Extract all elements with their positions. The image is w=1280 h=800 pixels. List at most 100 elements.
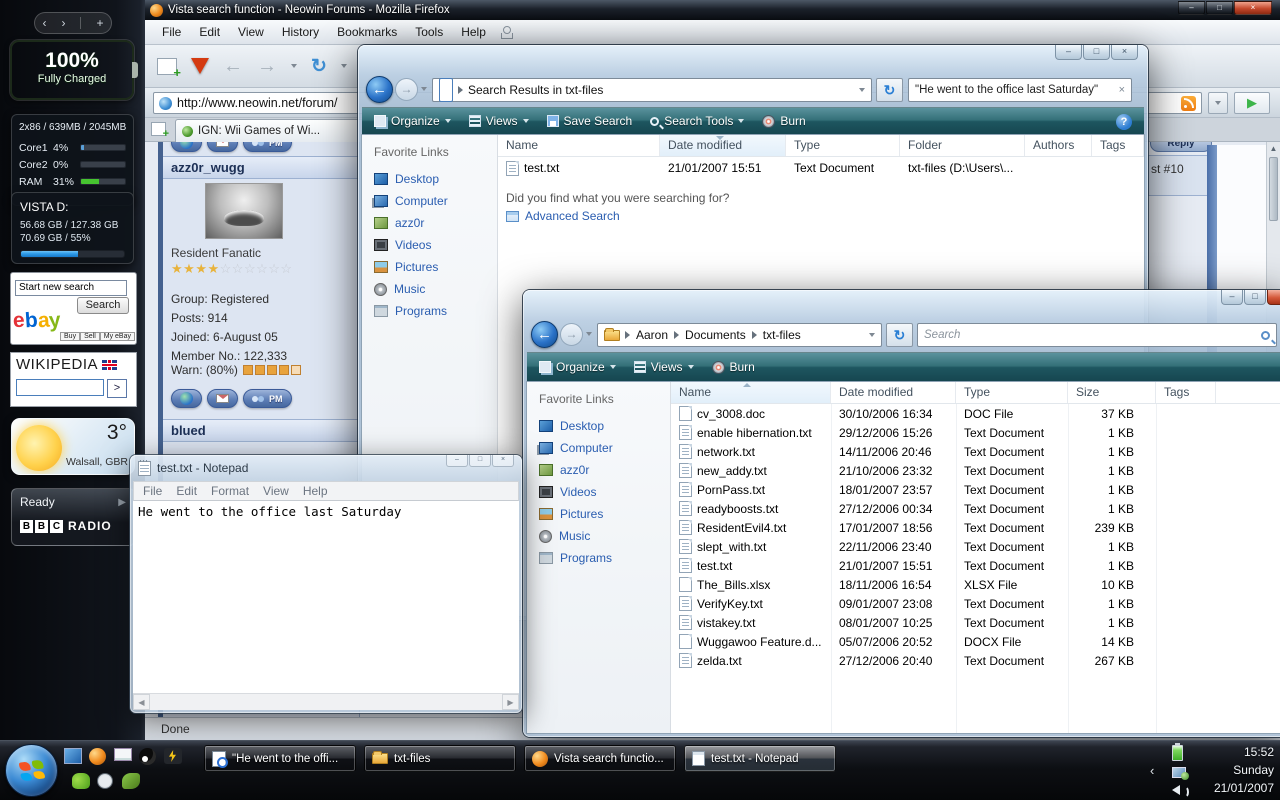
- minimize-button[interactable]: –: [446, 455, 468, 467]
- start-button[interactable]: [5, 744, 58, 797]
- table-row[interactable]: PornPass.txt18/01/2007 23:57Text Documen…: [671, 480, 1280, 499]
- email-button[interactable]: [207, 389, 238, 408]
- scroll-up-icon[interactable]: ▲: [1267, 142, 1280, 156]
- table-row[interactable]: test.txt21/01/2007 15:51Text Documenttxt…: [498, 157, 1144, 179]
- column-header-name[interactable]: Name: [498, 135, 660, 156]
- clock-app-icon[interactable]: [97, 773, 113, 789]
- profile-button[interactable]: [171, 142, 202, 152]
- menu-help[interactable]: Help: [296, 484, 335, 498]
- ebay-gadget[interactable]: Search ebay BuySellMy eBay: [10, 272, 137, 345]
- column-header-tags[interactable]: Tags: [1092, 135, 1144, 156]
- column-header-name[interactable]: Name: [671, 382, 831, 403]
- pm-button[interactable]: PM: [243, 389, 292, 408]
- toolbar-save-search[interactable]: Save Search: [547, 114, 633, 128]
- notepad-text-area[interactable]: He went to the office last Saturday: [133, 501, 519, 693]
- sidebar-item-music[interactable]: Music: [362, 278, 497, 300]
- table-row[interactable]: cv_3008.doc30/10/2006 16:34DOC File37 KB: [671, 404, 1280, 423]
- breadcrumb-documents[interactable]: Documents: [685, 328, 746, 342]
- clear-search-icon[interactable]: ×: [1115, 84, 1125, 96]
- ebay-search-button[interactable]: Search: [77, 297, 129, 314]
- next-username[interactable]: blued: [163, 419, 359, 442]
- menu-history[interactable]: History: [273, 25, 328, 39]
- email-button[interactable]: [207, 142, 238, 152]
- gadget-add-icon[interactable]: +: [96, 16, 103, 30]
- toolbar-burn[interactable]: Burn: [762, 114, 805, 128]
- sidebar-item-azz0r[interactable]: azz0r: [527, 459, 670, 481]
- address-caret-icon[interactable]: [869, 333, 875, 337]
- battery-gadget[interactable]: 100% Fully Charged: [10, 40, 134, 100]
- search-box[interactable]: Search: [917, 323, 1277, 347]
- maximize-button[interactable]: □: [1244, 290, 1266, 305]
- close-button[interactable]: ×: [1267, 290, 1280, 305]
- taskbar-button-0[interactable]: "He went to the offi...: [204, 745, 356, 772]
- table-row[interactable]: ResidentEvil4.txt17/01/2007 18:56Text Do…: [671, 518, 1280, 537]
- history-caret-icon[interactable]: [291, 64, 297, 68]
- scroll-right-icon[interactable]: ▶: [502, 694, 519, 710]
- download-arrow-icon[interactable]: [191, 58, 209, 74]
- column-header-date-modified[interactable]: Date modified: [660, 135, 786, 156]
- clock[interactable]: 15:52 Sunday 21/01/2007: [1214, 743, 1274, 797]
- play-icon[interactable]: ▶: [118, 497, 126, 508]
- network-tray-icon[interactable]: [1172, 767, 1186, 778]
- reload-caret-icon[interactable]: [341, 64, 347, 68]
- minimize-button[interactable]: –: [1178, 1, 1205, 15]
- gadget-prev-icon[interactable]: ‹: [42, 16, 46, 30]
- toolbar-views[interactable]: Views: [634, 360, 694, 374]
- sidebar-item-music[interactable]: Music: [527, 525, 670, 547]
- sidebar-item-desktop[interactable]: Desktop: [527, 415, 670, 437]
- search-query[interactable]: "He went to the office last Saturday": [915, 84, 1115, 96]
- messenger-icon[interactable]: [72, 773, 90, 789]
- close-button[interactable]: ×: [1111, 45, 1138, 60]
- scrollbar-thumb[interactable]: [1269, 157, 1278, 221]
- gadget-next-icon[interactable]: ›: [61, 16, 65, 30]
- weather-gadget[interactable]: 3° Walsall, GBR: [11, 418, 135, 475]
- profile-button[interactable]: [171, 389, 202, 408]
- wikipedia-search-input[interactable]: [16, 379, 104, 396]
- maximize-button[interactable]: □: [1206, 1, 1233, 15]
- battery-tray-icon[interactable]: [1172, 745, 1183, 761]
- volume-tray-icon[interactable]: [1172, 785, 1180, 795]
- new-tab-icon[interactable]: [151, 122, 166, 136]
- toolbar-search-tools[interactable]: Search Tools: [650, 114, 744, 128]
- ebay-link-sell[interactable]: Sell: [80, 332, 100, 341]
- sidebar-item-pictures[interactable]: Pictures: [527, 503, 670, 525]
- sidebar-item-videos[interactable]: Videos: [527, 481, 670, 503]
- refresh-button[interactable]: ↻: [886, 323, 913, 347]
- column-header-tags[interactable]: Tags: [1156, 382, 1216, 403]
- drive-gadget[interactable]: VISTA D: 56.68 GB / 127.38 GB 70.69 GB /…: [11, 192, 134, 264]
- reload-icon[interactable]: ↻: [311, 55, 327, 78]
- menu-view[interactable]: View: [229, 25, 273, 39]
- addon-person-icon[interactable]: [501, 26, 511, 39]
- tab-ign[interactable]: IGN: Wii Games of Wi...: [175, 119, 389, 142]
- column-header-size[interactable]: Size: [1068, 382, 1156, 403]
- address-bar[interactable]: Search Results in txt-files: [432, 78, 872, 102]
- table-row[interactable]: vistakey.txt08/01/2007 10:25Text Documen…: [671, 613, 1280, 632]
- table-row[interactable]: Wuggawoo Feature.d...05/07/2006 20:52DOC…: [671, 632, 1280, 651]
- shell-app-icon[interactable]: [122, 773, 140, 789]
- nav-history-caret-icon[interactable]: [586, 332, 592, 336]
- menu-edit[interactable]: Edit: [169, 484, 204, 498]
- forward-button[interactable]: →: [560, 323, 583, 346]
- minimize-button[interactable]: –: [1221, 290, 1243, 305]
- sidebar-item-pictures[interactable]: Pictures: [362, 256, 497, 278]
- taskbar-button-1[interactable]: txt-files: [364, 745, 516, 772]
- pm-button[interactable]: PM: [243, 142, 292, 152]
- bbc-radio-gadget[interactable]: Ready▶ BBCRADIO: [11, 488, 135, 546]
- forward-icon[interactable]: →: [257, 56, 277, 76]
- sidebar-item-computer[interactable]: Computer: [527, 437, 670, 459]
- show-desktop-icon[interactable]: [64, 748, 82, 764]
- table-row[interactable]: The_Bills.xlsx18/11/2006 16:54XLSX File1…: [671, 575, 1280, 594]
- breadcrumb-aaron[interactable]: Aaron: [636, 328, 668, 342]
- go-button[interactable]: ▶: [1234, 92, 1270, 114]
- table-row[interactable]: readyboosts.txt27/12/2006 00:34Text Docu…: [671, 499, 1280, 518]
- help-icon[interactable]: ?: [1116, 114, 1132, 130]
- table-row[interactable]: network.txt14/11/2006 20:46Text Document…: [671, 442, 1280, 461]
- nav-history-caret-icon[interactable]: [421, 87, 427, 91]
- column-header-type[interactable]: Type: [956, 382, 1068, 403]
- menu-format[interactable]: Format: [204, 484, 256, 498]
- url-dropdown-button[interactable]: [1208, 92, 1228, 114]
- search-placeholder[interactable]: Search: [924, 329, 1257, 341]
- menu-bookmarks[interactable]: Bookmarks: [328, 25, 406, 39]
- toolbar-views[interactable]: Views: [469, 114, 529, 128]
- menu-tools[interactable]: Tools: [406, 25, 452, 39]
